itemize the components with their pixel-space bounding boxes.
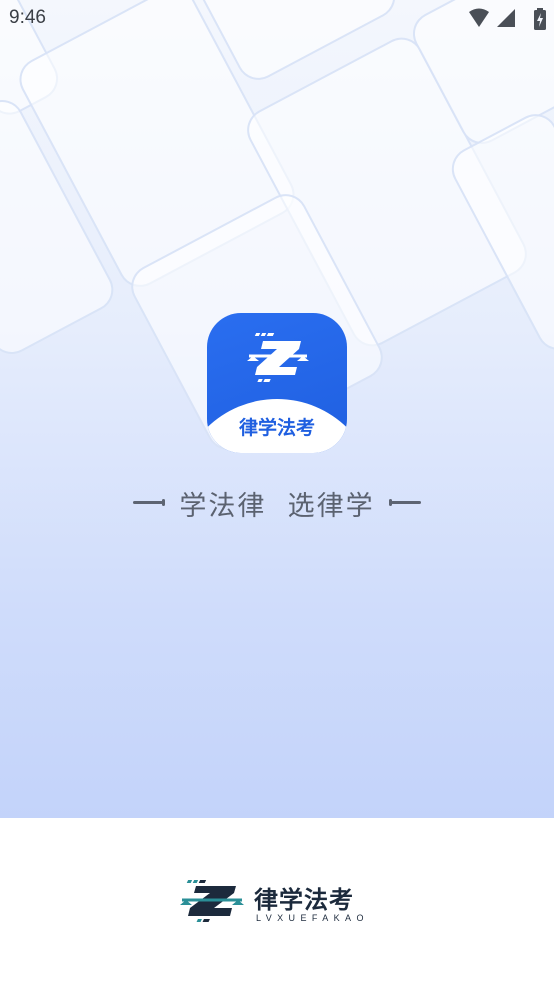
brand-name-cn: 律学法考 (254, 886, 354, 914)
status-bar: 9:46 (0, 0, 554, 38)
slogan: 学法律 选律学 (0, 484, 554, 522)
z-scale-brand-icon (180, 880, 244, 922)
status-time: 9:46 (9, 7, 46, 28)
splash-background: 9:46 律学法考 学法律 选律学 (0, 0, 554, 818)
z-scale-logo-icon (247, 333, 309, 382)
brand-name-en: LVXUEFAKAO (256, 913, 369, 923)
slogan-right-dash (389, 499, 421, 506)
app-icon: 律学法考 (207, 313, 347, 453)
footer-logo: 律学法考 LVXUEFAKAO (180, 876, 380, 926)
app-icon-title: 律学法考 (238, 417, 315, 439)
wifi-icon (468, 8, 490, 32)
signal-icon (496, 8, 516, 32)
slogan-text: 学法律 选律学 (179, 491, 375, 522)
battery-charging-icon (534, 8, 546, 34)
